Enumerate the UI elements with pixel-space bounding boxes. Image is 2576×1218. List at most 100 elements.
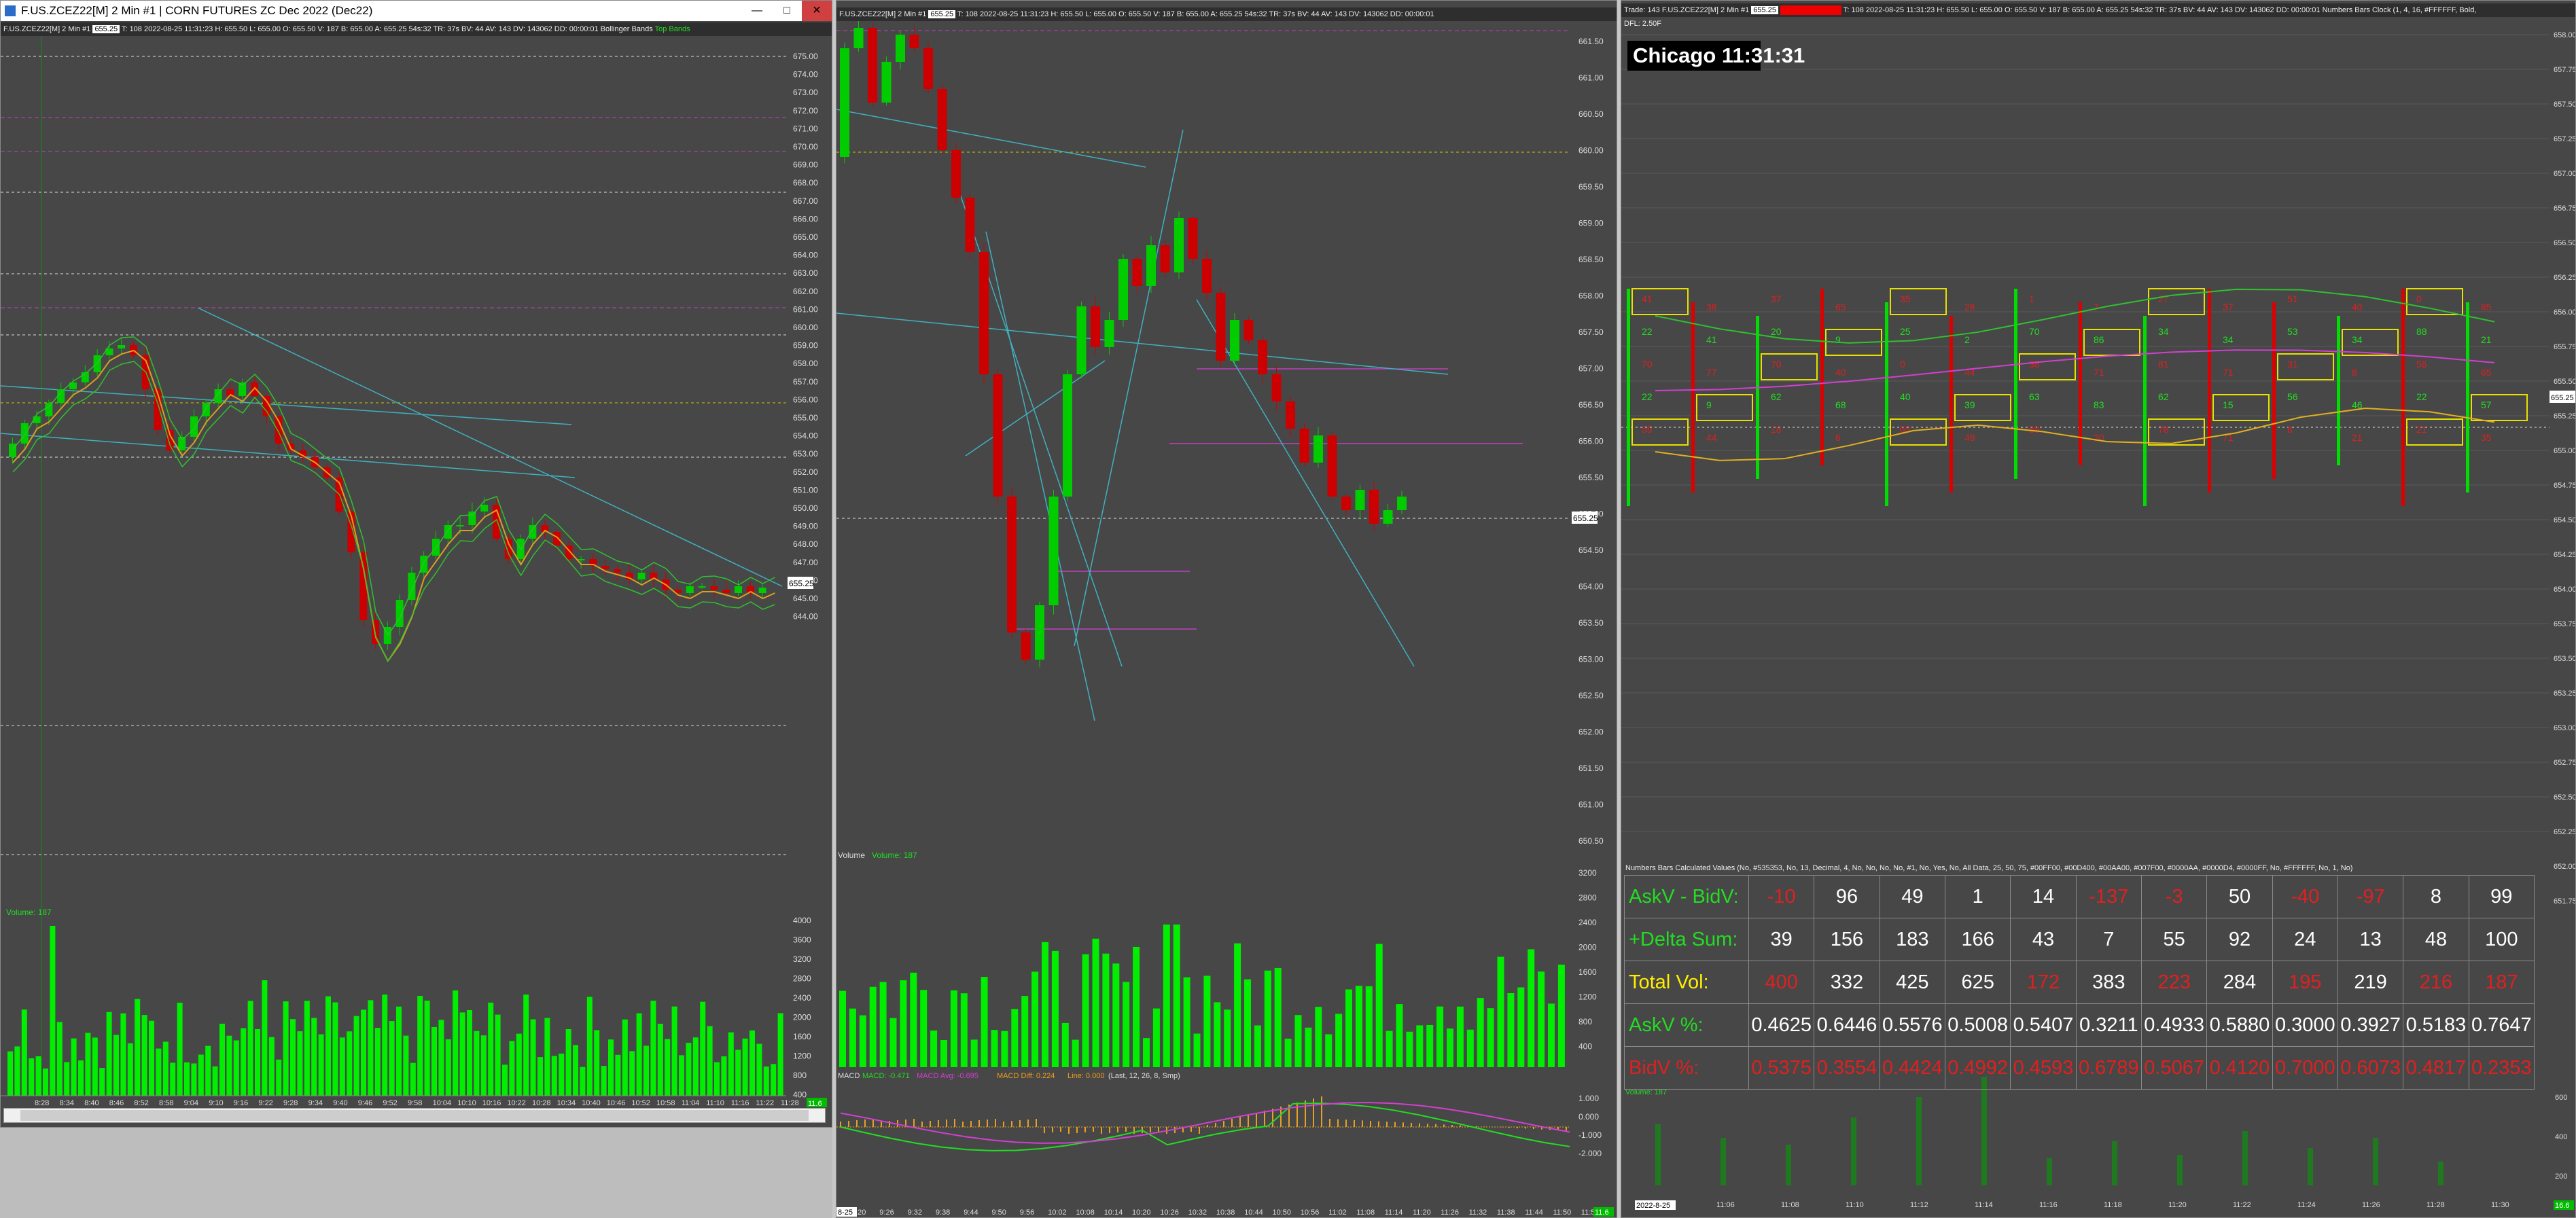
footprint-cell: 81 <box>2158 359 2169 370</box>
volume-bar <box>849 1008 856 1067</box>
volume-bar <box>1466 1029 1474 1067</box>
chart-window-left[interactable]: F.US.ZCEZ22[M] 2 Min #1 | CORN FUTURES Z… <box>0 0 832 1128</box>
window-title: F.US.ZCEZ22[M] 2 Min #1 | CORN FUTURES Z… <box>21 4 373 17</box>
candle-body <box>1146 245 1156 286</box>
bar-body <box>2337 316 2340 465</box>
volume-axis-label: 2800 <box>793 974 811 984</box>
stats-cell: 92 <box>2206 918 2273 961</box>
study-info-line: DFL: 2.50F <box>1621 17 2575 31</box>
time-axis-label: 11:16 <box>731 1099 749 1107</box>
maximize-button[interactable]: □ <box>772 1 802 21</box>
volume-bar <box>615 1054 621 1096</box>
symbol-label: F.US.ZCEZ22[M] 2 Min #1 <box>3 25 91 33</box>
footprint-cell: 40 <box>1900 391 1911 402</box>
volume-bar <box>162 1041 169 1096</box>
zoom-tag: 11.6 <box>808 1100 822 1108</box>
footprint-cell: 39 <box>1964 399 1975 410</box>
price-axis-label: 656.50 <box>1578 400 1604 410</box>
symbol-info-bar: F.US.ZCEZ22[M] 2 Min #1 655.25 T: 108 20… <box>836 7 1617 21</box>
time-axis-label: 11:08 <box>1356 1208 1375 1217</box>
volume-bar <box>889 1018 897 1067</box>
volume-bar <box>1456 1006 1464 1067</box>
time-axis-label: 10:04 <box>433 1099 452 1107</box>
scrollbar-thumb[interactable] <box>20 1110 809 1121</box>
stats-cell: 0.3211 <box>2075 1003 2142 1047</box>
volume-bar <box>1436 1006 1444 1067</box>
footprint-cell: 62 <box>2158 391 2169 402</box>
price-axis-label: 657.00 <box>1578 364 1604 374</box>
volume-bar <box>970 1039 978 1067</box>
footprint-cell: 0 <box>1900 359 1905 370</box>
stats-cell: -3 <box>2140 875 2208 918</box>
volume-bar <box>43 1068 48 1096</box>
price-axis-label: 651.50 <box>1578 764 1604 773</box>
stats-cell: 8 <box>2403 875 2469 918</box>
volume-bar <box>650 1001 656 1096</box>
time-axis-label: 10:32 <box>1188 1208 1207 1217</box>
time-axis-label: 10:08 <box>1076 1208 1095 1217</box>
volume-bar <box>1264 970 1271 1067</box>
price-axis-label: 654.25 <box>2554 551 2575 559</box>
volume-bar <box>749 1030 755 1096</box>
alert-bar <box>1780 5 1842 16</box>
volume-bar <box>445 1039 451 1096</box>
volume-bar <box>297 1031 303 1096</box>
price-axis-label: 657.75 <box>2554 66 2575 74</box>
volume-bar <box>1487 1008 1494 1067</box>
candle-body <box>840 48 849 157</box>
time-axis-label: 9:22 <box>258 1099 272 1107</box>
candle-body <box>1202 259 1212 293</box>
price-chart[interactable]: 661.50 661.00 660.50 660.00 659.50 659.00 658.… <box>836 21 1617 1217</box>
stats-cell: 0.4593 <box>2010 1046 2077 1090</box>
volume-bar <box>50 926 56 1096</box>
volume-bar <box>135 999 141 1096</box>
time-axis-label: 9:16 <box>234 1099 248 1107</box>
price-axis-label: 653.50 <box>1578 618 1604 628</box>
trend-line <box>965 360 1106 456</box>
volume-bar <box>241 1028 247 1096</box>
candle-body <box>979 252 989 374</box>
volume-bar <box>332 1002 338 1096</box>
upper-band-line <box>12 336 775 637</box>
chicago-clock: Chicago 11:31:31 <box>1627 41 1805 71</box>
volume-bar <box>219 1023 225 1096</box>
stats-row: AskV %: 0.4625 0.6446 0.5576 0.5008 0.5407 0.3… <box>1624 1003 2535 1047</box>
footprint-cell: 41 <box>1706 334 1717 345</box>
volume-bar <box>1173 925 1180 1067</box>
macd-line-value: MACD: -0.471 <box>862 1072 910 1080</box>
price-chart[interactable]: 675.00 674.00 673.00 672.00 671.00 670.00 669.… <box>1 36 832 1127</box>
volume-bar <box>879 982 887 1067</box>
time-axis-label: 11:20 <box>2168 1201 2187 1209</box>
volume-bar <box>1396 1004 1403 1067</box>
window-title-bar[interactable]: F.US.ZCEZ22[M] 2 Min #1 | CORN FUTURES Z… <box>1 1 832 21</box>
candle-body <box>93 355 101 372</box>
time-axis-label: 10:40 <box>582 1099 601 1107</box>
time-axis-label: 11:26 <box>1441 1208 1459 1217</box>
time-axis-label: 11:28 <box>781 1099 799 1107</box>
footprint-cell: 56 <box>2287 391 2298 402</box>
volume-bar <box>1203 975 1211 1067</box>
close-button[interactable]: ✕ <box>802 1 832 21</box>
candle-body <box>1341 497 1351 510</box>
price-badge: 655.25 <box>1751 6 1778 14</box>
chart-window-middle[interactable]: F.US.ZCEZ22[M] 2 Min #1 655.25 T: 108 20… <box>836 0 1617 1218</box>
candle-body <box>601 566 610 569</box>
volume-bar <box>1786 1145 1791 1185</box>
time-axis-label: 11:06 <box>1716 1201 1735 1209</box>
volume-bar <box>1548 1003 1555 1067</box>
volume-axis-label: 2400 <box>793 993 811 1003</box>
volume-bar <box>2177 1155 2183 1185</box>
bar-body <box>1691 302 1695 492</box>
volume-bar <box>1051 950 1059 1067</box>
last-price-tag: 655.25 <box>789 579 814 588</box>
footprint-cell: 78 <box>2158 424 2169 435</box>
minimize-button[interactable]: — <box>742 1 772 21</box>
stats-cell: 99 <box>2468 875 2535 918</box>
price-axis-label: 647.00 <box>793 558 818 567</box>
volume-bar <box>1143 1038 1150 1067</box>
horizontal-scrollbar[interactable] <box>3 1108 826 1123</box>
volume-bar <box>198 1054 204 1096</box>
volume-bar <box>930 1031 938 1067</box>
price-axis-label: 656.00 <box>2554 308 2575 317</box>
stats-cell: 0.7647 <box>2468 1003 2535 1047</box>
